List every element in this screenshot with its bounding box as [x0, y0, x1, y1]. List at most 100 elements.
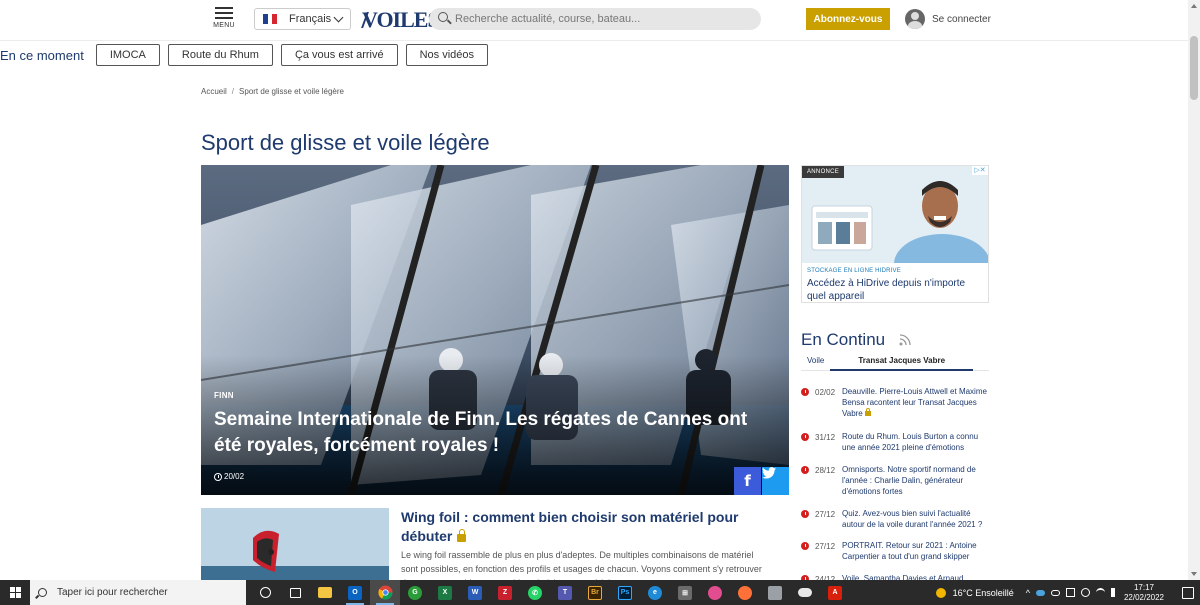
weather-widget[interactable]: 16°C Ensoleillé [935, 587, 1014, 598]
advertisement[interactable]: ANNONCE ▷✕ STOCKAGE EN LIGNE HIDRIVE Acc… [801, 165, 989, 303]
rss-icon[interactable] [899, 334, 911, 346]
news-list: 02/02 Deauville. Pierre-Louis Attwell et… [801, 386, 991, 587]
start-button[interactable] [0, 580, 30, 605]
cloud-tray-icon[interactable] [1050, 589, 1060, 596]
news-clock-icon [801, 433, 809, 441]
chrome-button[interactable] [370, 580, 400, 605]
news-title: Deauville. Pierre-Louis Attwell et Maxim… [842, 386, 990, 419]
scroll-thumb[interactable] [1190, 36, 1198, 100]
filezilla-button[interactable]: Z [490, 580, 520, 605]
twitter-share-button[interactable] [762, 467, 789, 495]
site-header: MENU Français VOILES Abonnez-vous Se con… [0, 0, 1188, 40]
firefox-button[interactable] [730, 580, 760, 605]
wifi-icon[interactable] [1095, 588, 1105, 597]
facebook-share-button[interactable]: f [734, 467, 761, 495]
facebook-icon: f [744, 472, 751, 490]
outlook-button[interactable]: O [340, 580, 370, 605]
clock-icon [214, 472, 222, 481]
onedrive-tray-icon[interactable] [1035, 589, 1045, 596]
ad-choices-icon[interactable]: ▷✕ [972, 166, 988, 175]
network-icon[interactable] [1065, 588, 1075, 597]
windows-taskbar: Taper ici pour rechercher O G X W Z ✆ T … [0, 580, 1200, 605]
language-select[interactable]: Français [254, 8, 351, 30]
menu-button[interactable]: MENU [210, 7, 238, 31]
article-thumbnail-wing-foil[interactable] [201, 508, 389, 580]
lock-icon [457, 529, 467, 542]
task-view-icon [289, 587, 301, 598]
breadcrumb: Accueil / Sport de glisse et voile légère [201, 87, 344, 96]
tab-transat-jacques-vabre[interactable]: Transat Jacques Vabre [830, 355, 974, 371]
bridge-button[interactable]: Br [580, 580, 610, 605]
volume-icon[interactable] [1110, 588, 1116, 597]
hero-category-tag[interactable]: FINN [214, 391, 234, 400]
scroll-down-arrow-icon[interactable] [1188, 568, 1200, 580]
site-logo[interactable]: VOILES [361, 4, 440, 34]
notification-icon[interactable] [1182, 586, 1194, 599]
outlook-icon: O [348, 585, 362, 600]
hero-article[interactable]: FINN Semaine Internationale de Finn. Les… [201, 165, 789, 495]
clock-time: 17:17 [1133, 582, 1154, 592]
clock-date: 22/02/2022 [1123, 592, 1164, 602]
search-input[interactable] [455, 13, 745, 25]
tab-voile[interactable]: Voile [801, 355, 830, 371]
trending-item-route-du-rhum[interactable]: Route du Rhum [167, 44, 273, 66]
hero-date: 20/02 [214, 472, 244, 481]
news-item[interactable]: 02/02 Deauville. Pierre-Louis Attwell et… [801, 386, 991, 431]
teams-button[interactable]: T [550, 580, 580, 605]
page-scrollbar[interactable] [1188, 0, 1200, 580]
subscribe-button[interactable]: Abonnez-vous [806, 8, 890, 30]
breadcrumb-home[interactable]: Accueil [201, 87, 227, 96]
news-date: 27/12 [815, 542, 836, 551]
taskbar-clock[interactable]: 17:17 22/02/2022 [1124, 583, 1164, 603]
calculator-button[interactable]: ⊞ [670, 580, 700, 605]
page-title: Sport de glisse et voile légère [201, 130, 490, 155]
hamburger-icon-bar [215, 12, 233, 14]
task-view-button-2[interactable] [280, 580, 310, 605]
word-button[interactable]: W [460, 580, 490, 605]
lock-icon [864, 408, 871, 416]
word-icon: W [468, 585, 482, 600]
login-link[interactable]: Se connecter [905, 7, 991, 31]
trending-item-nos-videos[interactable]: Nos vidéos [405, 44, 489, 66]
photoshop-icon: Ps [618, 585, 632, 600]
photoshop-button[interactable]: Ps [610, 580, 640, 605]
onedrive-button[interactable] [790, 580, 820, 605]
paint-button[interactable] [700, 580, 730, 605]
excel-button[interactable]: X [430, 580, 460, 605]
news-clock-icon [801, 388, 809, 396]
sync-icon[interactable] [1080, 588, 1090, 597]
news-item[interactable]: 27/12 PORTRAIT. Retour sur 2021 : Antoin… [801, 540, 991, 573]
edge-button[interactable]: e [640, 580, 670, 605]
ad-label: ANNONCE [802, 166, 845, 178]
taskbar-search[interactable]: Taper ici pour rechercher [30, 580, 246, 605]
chat-icon [768, 585, 782, 600]
ad-headline[interactable]: Accédez à HiDrive depuis n'importe quel … [807, 277, 985, 303]
greenshot-button[interactable]: G [400, 580, 430, 605]
file-explorer-button[interactable] [310, 580, 340, 605]
acrobat-button[interactable]: A [820, 580, 850, 605]
hero-date-text: 20/02 [224, 472, 245, 481]
trending-item-imoca[interactable]: IMOCA [95, 44, 160, 66]
chat-button[interactable] [760, 580, 790, 605]
article-title-wing-foil[interactable]: Wing foil : comment bien choisir son mat… [401, 508, 771, 546]
logo-text: VOILES [362, 7, 440, 32]
breadcrumb-separator: / [231, 87, 235, 96]
task-view-button[interactable] [250, 580, 280, 605]
hero-headline[interactable]: Semaine Internationale de Finn. Les réga… [214, 407, 774, 459]
news-title: PORTRAIT. Retour sur 2021 : Antoine Carp… [842, 541, 977, 561]
hamburger-icon-bar [215, 17, 233, 19]
news-item[interactable]: 27/12 Quiz. Avez-vous bien suivi l'actua… [801, 508, 991, 540]
news-title-text: Deauville. Pierre-Louis Attwell et Maxim… [842, 387, 987, 418]
system-tray: 16°C Ensoleillé ^ 17:17 22/02/2022 [935, 580, 1200, 605]
scroll-up-arrow-icon[interactable] [1188, 0, 1200, 12]
trending-item-ca-vous-est-arrive[interactable]: Ça vous est arrivé [280, 44, 398, 66]
tray-icons: ^ [1026, 588, 1116, 598]
news-item[interactable]: 28/12 Omnisports. Notre sportif normand … [801, 464, 991, 508]
news-item[interactable]: 31/12 Route du Rhum. Louis Burton a conn… [801, 431, 991, 464]
hamburger-icon [215, 7, 233, 9]
ad-image-person [802, 166, 988, 263]
chevron-up-icon[interactable]: ^ [1026, 588, 1030, 598]
news-date: 27/12 [815, 510, 836, 519]
whatsapp-button[interactable]: ✆ [520, 580, 550, 605]
wing-foil-image [201, 508, 389, 580]
